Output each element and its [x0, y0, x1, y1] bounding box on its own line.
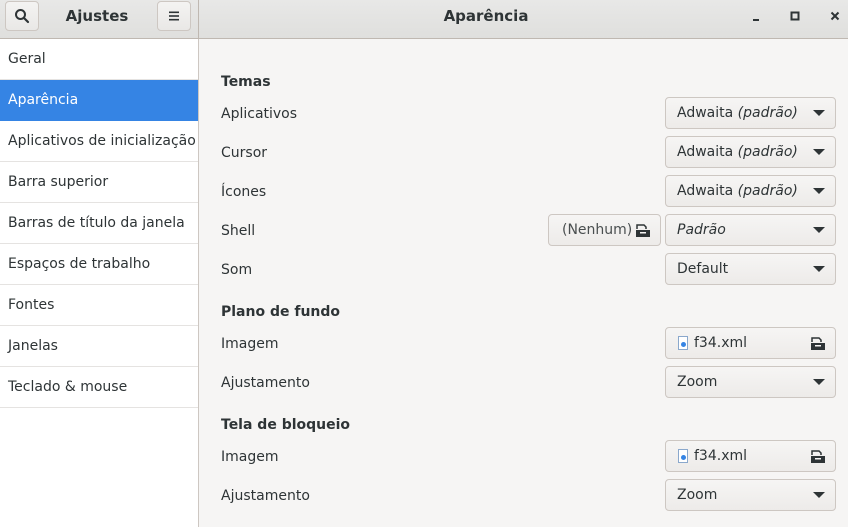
document-open-icon — [636, 224, 650, 237]
document-open-icon — [811, 450, 825, 463]
dropdown-arrow-icon — [813, 149, 825, 155]
cursor-theme-combo[interactable]: Adwaita (padrão) — [665, 136, 836, 168]
sidebar-item-geral[interactable]: Geral — [0, 39, 198, 80]
combo-default-tag: (padrão) — [737, 144, 798, 160]
xml-file-icon — [678, 336, 688, 350]
lockscreen-image-label: Imagem — [221, 449, 279, 465]
app-title: Ajustes — [65, 7, 129, 25]
dropdown-arrow-icon — [813, 266, 825, 272]
background-image-file: f34.xml — [694, 335, 748, 351]
sidebar-item-aparencia[interactable]: Aparência — [0, 80, 198, 121]
combo-value: Zoom — [677, 374, 718, 390]
dropdown-arrow-icon — [813, 227, 825, 233]
background-adjustment-combo[interactable]: Zoom — [665, 366, 836, 398]
header-bar: Ajustes Aparência — [0, 0, 848, 39]
sidebar-item-barra-superior[interactable]: Barra superior — [0, 162, 198, 203]
maximize-icon — [790, 11, 800, 21]
lockscreen-adjustment-combo[interactable]: Zoom — [665, 479, 836, 511]
sound-theme-label: Som — [221, 262, 253, 278]
minimize-button[interactable] — [745, 5, 767, 27]
dropdown-arrow-icon — [813, 110, 825, 116]
sidebar-item-teclado-mouse[interactable]: Teclado & mouse — [0, 367, 198, 408]
background-adjustment-label: Ajustamento — [221, 375, 310, 391]
hamburger-menu-icon — [169, 11, 179, 21]
minimize-icon — [753, 19, 759, 21]
combo-value: Adwaita — [677, 105, 734, 121]
combo-value: Adwaita — [677, 183, 734, 199]
close-button[interactable] — [824, 5, 846, 27]
document-open-icon — [811, 337, 825, 350]
combo-value: Padrão — [677, 222, 726, 238]
combo-value: Default — [677, 261, 729, 277]
sidebar-item-aplicativos-inicializacao[interactable]: Aplicativos de inicialização — [0, 121, 198, 162]
combo-value: Zoom — [677, 487, 718, 503]
close-icon — [830, 11, 840, 21]
sidebar-item-espacos-trabalho[interactable]: Espaços de trabalho — [0, 244, 198, 285]
search-button[interactable] — [5, 1, 39, 31]
shell-file-chooser-button[interactable]: (Nenhum) — [548, 214, 661, 246]
applications-theme-label: Aplicativos — [221, 106, 298, 122]
window-title: Aparência — [443, 7, 529, 25]
xml-file-icon — [678, 449, 688, 463]
combo-default-tag: (padrão) — [737, 105, 798, 121]
sidebar: Geral Aparência Aplicativos de inicializ… — [0, 39, 199, 527]
background-image-chooser[interactable]: f34.xml — [665, 327, 836, 359]
sidebar-header: Ajustes — [0, 0, 199, 38]
lockscreen-image-file: f34.xml — [694, 448, 748, 464]
menu-button[interactable] — [157, 1, 191, 31]
sidebar-item-fontes[interactable]: Fontes — [0, 285, 198, 326]
sidebar-item-barras-titulo[interactable]: Barras de título da janela — [0, 203, 198, 244]
shell-file-label: (Nenhum) — [562, 222, 633, 238]
dropdown-arrow-icon — [813, 188, 825, 194]
cursor-theme-label: Cursor — [221, 145, 268, 161]
search-icon — [15, 9, 30, 24]
icons-theme-label: Ícones — [221, 184, 267, 200]
icons-theme-combo[interactable]: Adwaita (padrão) — [665, 175, 836, 207]
background-section-title: Plano de fundo — [221, 304, 341, 320]
lockscreen-section-title: Tela de bloqueio — [221, 417, 351, 433]
combo-value: Adwaita — [677, 144, 734, 160]
applications-theme-combo[interactable]: Adwaita (padrão) — [665, 97, 836, 129]
shell-theme-label: Shell — [221, 223, 256, 239]
lockscreen-image-chooser[interactable]: f34.xml — [665, 440, 836, 472]
lockscreen-adjustment-label: Ajustamento — [221, 488, 310, 504]
combo-default-tag: (padrão) — [737, 183, 798, 199]
background-image-label: Imagem — [221, 336, 279, 352]
sidebar-item-janelas[interactable]: Janelas — [0, 326, 198, 367]
shell-theme-combo[interactable]: Padrão — [665, 214, 836, 246]
appearance-panel: Temas Aplicativos Adwaita (padrão) Curso… — [200, 39, 848, 527]
dropdown-arrow-icon — [813, 379, 825, 385]
maximize-button[interactable] — [784, 5, 806, 27]
sound-theme-combo[interactable]: Default — [665, 253, 836, 285]
themes-section-title: Temas — [221, 74, 271, 90]
dropdown-arrow-icon — [813, 492, 825, 498]
